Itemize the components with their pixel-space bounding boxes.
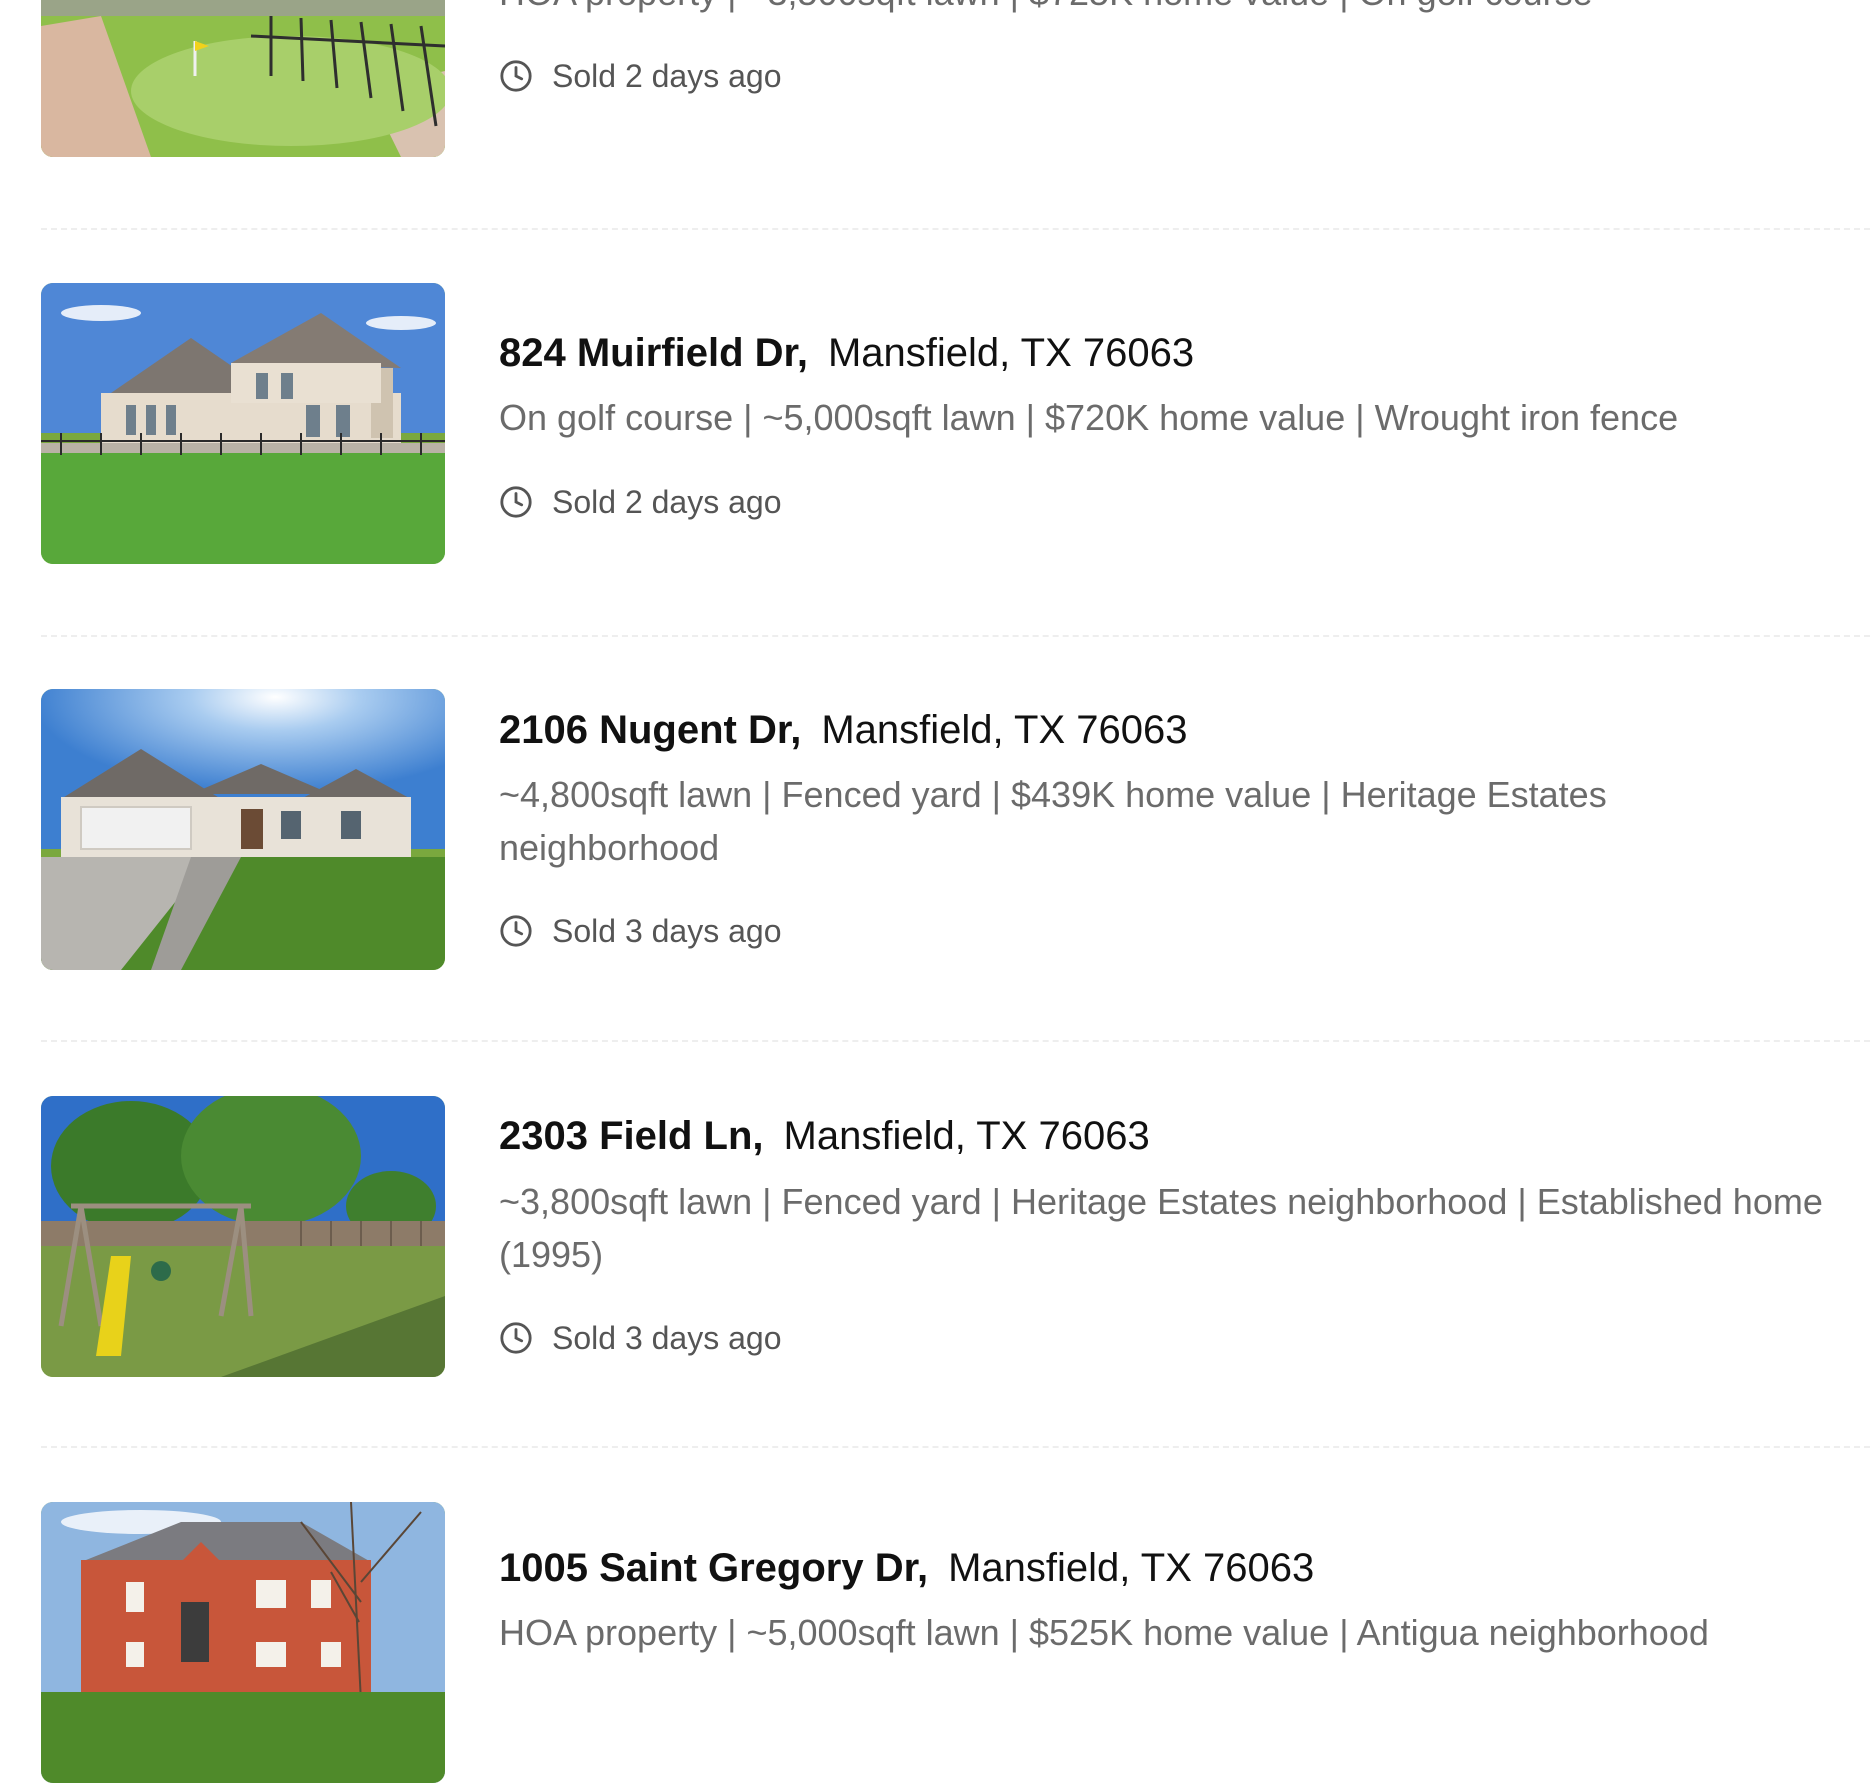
list-item[interactable]: 824 Muirfield Dr, Mansfield, TX 76063 On …: [41, 283, 1870, 564]
clock-icon: [500, 486, 532, 518]
list-item[interactable]: 2106 Nugent Dr, Mansfield, TX 76063 ~4,80…: [41, 689, 1870, 970]
list-item[interactable]: 2303 Field Ln, Mansfield, TX 76063 ~3,800…: [41, 1096, 1870, 1377]
divider: [41, 635, 1870, 637]
listing-address[interactable]: 2106 Nugent Dr, Mansfield, TX 76063: [499, 706, 1187, 754]
golf-course-house-photo: [41, 283, 445, 564]
divider: [41, 228, 1870, 230]
status-text: Sold 2 days ago: [552, 57, 782, 94]
listing-photo[interactable]: [41, 0, 445, 157]
listing-address[interactable]: 2303 Field Ln, Mansfield, TX 76063: [499, 1112, 1150, 1160]
listing-status: Sold 2 days ago: [499, 52, 782, 100]
listing-description: ~4,800sqft lawn | Fenced yard | $439K ho…: [499, 774, 1607, 868]
clock-icon: [500, 915, 532, 947]
listing-street: 2106 Nugent Dr,: [499, 708, 802, 752]
listing-address[interactable]: 1005 Saint Gregory Dr, Mansfield, TX 7606…: [499, 1544, 1314, 1592]
listing-photo[interactable]: [41, 283, 445, 564]
listing-photo[interactable]: [41, 689, 445, 970]
listing-photo[interactable]: [41, 1502, 445, 1783]
backyard-swingset-photo: [41, 1096, 445, 1377]
divider: [41, 1446, 1870, 1448]
list-item[interactable]: 1005 Saint Gregory Dr, Mansfield, TX 7606…: [41, 1502, 1870, 1783]
listing-city: Mansfield, TX 76063: [827, 331, 1195, 375]
clock-icon: [500, 1322, 532, 1354]
single-story-house-photo: [41, 689, 445, 970]
putting-green-photo: [41, 0, 445, 157]
listing-city: Mansfield, TX 76063: [783, 1114, 1150, 1158]
listing-city: Mansfield, TX 76063: [948, 1546, 1315, 1590]
listing-street: 2303 Field Ln,: [499, 1114, 764, 1158]
listing-address[interactable]: 824 Muirfield Dr, Mansfield, TX 76063: [499, 329, 1194, 377]
listing-description: HOA property | ~3,500sqft lawn | $725K h…: [499, 0, 1829, 19]
listing-description: ~3,800sqft lawn | Fenced yard | Heritage…: [499, 1181, 1823, 1275]
status-text: Sold 3 days ago: [552, 1319, 782, 1356]
listing-status: Sold 3 days ago: [499, 907, 782, 955]
listing-photo[interactable]: [41, 1096, 445, 1377]
divider: [41, 1040, 1870, 1042]
status-text: Sold 3 days ago: [552, 912, 782, 949]
listing-description: HOA property | ~5,000sqft lawn | $525K h…: [499, 1612, 1709, 1653]
listing-street: 1005 Saint Gregory Dr,: [499, 1546, 929, 1590]
clock-icon: [500, 60, 532, 92]
listing-status: Sold 3 days ago: [499, 1314, 782, 1362]
status-text: Sold 2 days ago: [552, 483, 782, 520]
listing-description: On golf course | ~5,000sqft lawn | $720K…: [499, 397, 1679, 438]
list-item[interactable]: HOA property | ~3,500sqft lawn | $725K h…: [41, 0, 1870, 157]
listing-status: Sold 2 days ago: [499, 478, 782, 526]
listing-city: Mansfield, TX 76063: [821, 708, 1188, 752]
brick-house-photo: [41, 1502, 445, 1783]
listings-list: HOA property | ~3,500sqft lawn | $725K h…: [0, 0, 1870, 1783]
listing-street: 824 Muirfield Dr,: [499, 331, 808, 375]
